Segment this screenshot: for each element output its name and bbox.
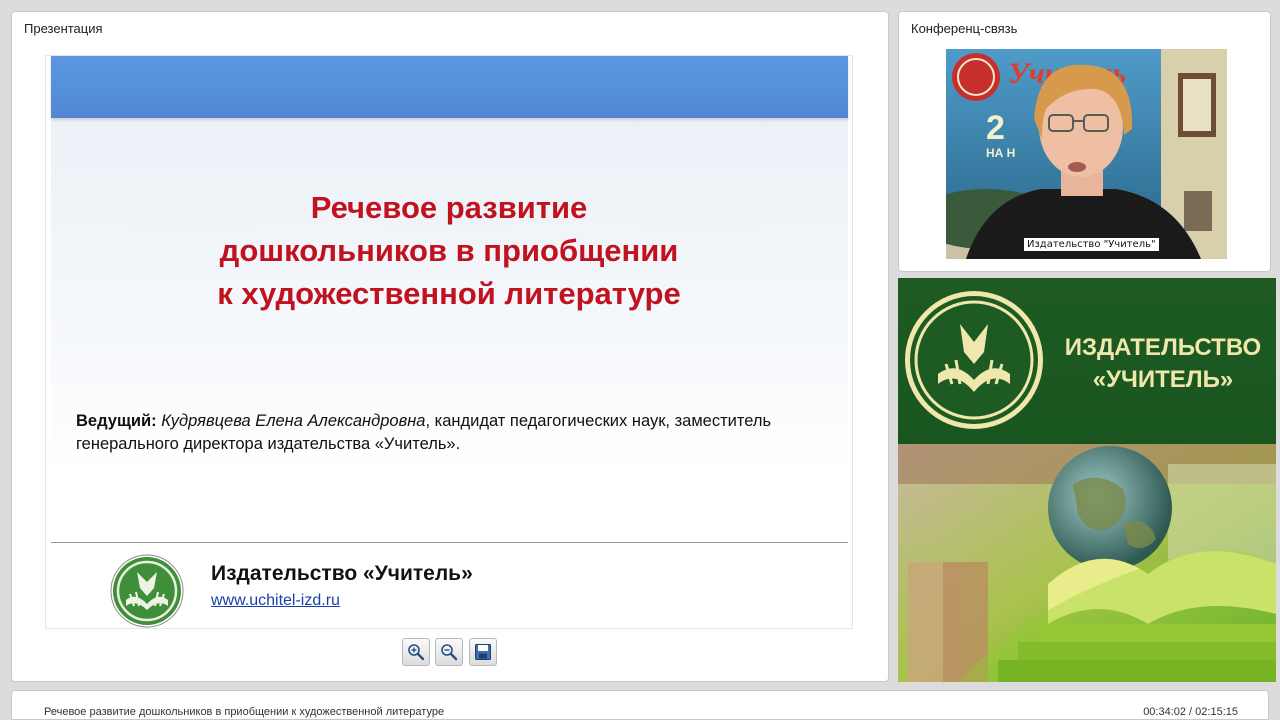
- presentation-panel-title: Презентация: [24, 21, 103, 36]
- conference-panel-title: Конференц-связь: [911, 21, 1018, 36]
- slide-host-info: Ведущий: Кудрявцева Елена Александровна,…: [76, 410, 836, 456]
- host-label: Ведущий:: [76, 412, 157, 430]
- host-name: Кудрявцева Елена Александровна: [161, 412, 426, 430]
- video-frame: Учитель 2 НА Н: [946, 49, 1227, 259]
- video-participant-caption: Издательство "Учитель": [1024, 238, 1159, 251]
- banner-title-line-2: «УЧИТЕЛЬ»: [1092, 366, 1234, 393]
- zoom-in-button[interactable]: [402, 638, 430, 666]
- footer-bar: Речевое развитие дошкольников в приобщен…: [11, 690, 1269, 720]
- zoom-out-icon: [441, 644, 458, 661]
- host-description-line-2: генерального директора издательства «Учи…: [76, 435, 461, 453]
- footer-presentation-title: Речевое развитие дошкольников в приобщен…: [44, 706, 445, 718]
- conference-panel: Конференц-связь Учитель 2 НА Н: [898, 11, 1271, 272]
- slide-title: Речевое развитие дошкольников в приобщен…: [46, 186, 852, 315]
- slide-title-line-3: к художественной литературе: [217, 276, 681, 311]
- presentation-panel: Презентация Речевое развитие дошкольнико…: [11, 11, 889, 682]
- svg-text:НА Н: НА Н: [986, 146, 1015, 160]
- banner-logo-icon: [905, 291, 1043, 429]
- host-description-line-1: , кандидат педагогических наук, заместит…: [425, 412, 772, 430]
- books-and-globe-illustration: [898, 444, 1276, 682]
- slide-title-line-1: Речевое развитие: [310, 190, 588, 225]
- slide-title-line-2: дошкольников в приобщении: [219, 233, 679, 268]
- svg-text:2: 2: [986, 109, 1005, 147]
- slide-divider: [51, 542, 848, 543]
- publisher-name: Издательство «Учитель»: [211, 562, 473, 585]
- presentation-slide: Речевое развитие дошкольников в приобщен…: [46, 56, 852, 628]
- zoom-out-button[interactable]: [435, 638, 463, 666]
- save-button[interactable]: [469, 638, 497, 666]
- zoom-in-icon: [408, 644, 425, 661]
- video-feed[interactable]: Учитель 2 НА Н Издательство "Учитель": [946, 49, 1227, 259]
- banner-title-line-1: ИЗДАТЕЛЬСТВО: [1064, 334, 1262, 361]
- publisher-banner: ИЗДАТЕЛЬСТВО «УЧИТЕЛЬ»: [898, 278, 1276, 682]
- banner-title: ИЗДАТЕЛЬСТВО «УЧИТЕЛЬ»: [1058, 332, 1268, 396]
- banner-books-image: [898, 444, 1276, 682]
- playback-time: 00:34:02 / 02:15:15: [1143, 706, 1238, 718]
- slide-header-band: [51, 56, 848, 118]
- publisher-logo-icon: [110, 554, 184, 628]
- publisher-link[interactable]: www.uchitel-izd.ru: [211, 592, 340, 610]
- banner-header: ИЗДАТЕЛЬСТВО «УЧИТЕЛЬ»: [898, 278, 1276, 444]
- save-icon: [475, 644, 491, 660]
